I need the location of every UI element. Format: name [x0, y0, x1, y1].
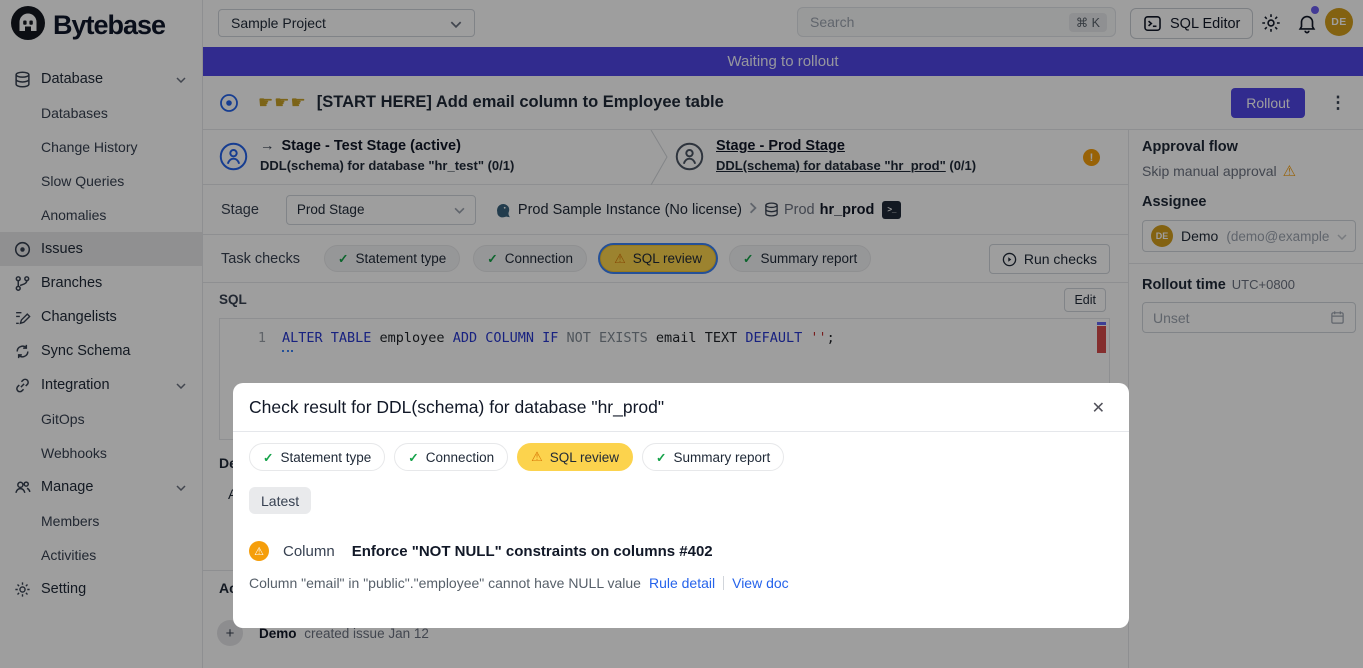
- finding-category: Column: [283, 543, 335, 560]
- finding-row: Column Enforce "NOT NULL" constraints on…: [249, 541, 713, 561]
- close-icon[interactable]: ✕: [1092, 398, 1105, 418]
- bytebase-app: Bytebase Database Databases Change Histo…: [0, 0, 1363, 668]
- divider: [723, 576, 724, 590]
- modal-title: Check result for DDL(schema) for databas…: [249, 397, 664, 418]
- tab-connection[interactable]: Connection: [394, 443, 508, 471]
- rule-detail-link[interactable]: Rule detail: [649, 575, 715, 591]
- tab-summary-report[interactable]: Summary report: [642, 443, 784, 471]
- warning-icon: [249, 541, 269, 561]
- check-result-modal: Check result for DDL(schema) for databas…: [233, 383, 1129, 628]
- tab-statement-type[interactable]: Statement type: [249, 443, 385, 471]
- latest-badge: Latest: [249, 487, 311, 514]
- modal-check-tabs: Statement type Connection SQL review Sum…: [249, 443, 784, 471]
- finding-rule: Enforce "NOT NULL" constraints on column…: [352, 543, 713, 560]
- view-doc-link[interactable]: View doc: [732, 575, 789, 591]
- divider: [233, 431, 1129, 432]
- tab-sql-review[interactable]: SQL review: [517, 443, 633, 471]
- finding-detail-row: Column "email" in "public"."employee" ca…: [249, 575, 789, 591]
- finding-detail: Column "email" in "public"."employee" ca…: [249, 575, 641, 591]
